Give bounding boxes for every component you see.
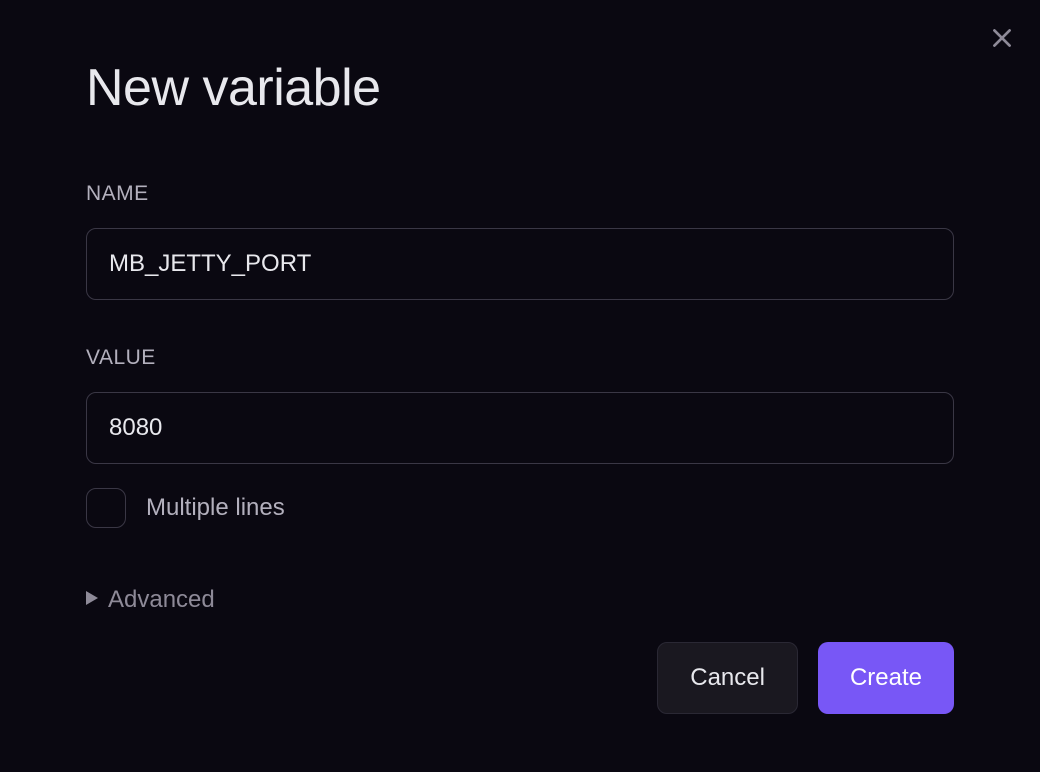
create-button[interactable]: Create bbox=[818, 642, 954, 714]
advanced-toggle[interactable]: Advanced bbox=[86, 586, 954, 614]
modal-actions: Cancel Create bbox=[657, 642, 954, 714]
name-input[interactable] bbox=[86, 228, 954, 300]
multiline-checkbox[interactable] bbox=[86, 488, 126, 528]
value-input[interactable] bbox=[86, 392, 954, 464]
caret-right-icon bbox=[86, 591, 98, 610]
cancel-button[interactable]: Cancel bbox=[657, 642, 798, 714]
value-field-group: VALUE Multiple lines bbox=[86, 346, 954, 528]
modal-title: New variable bbox=[86, 58, 954, 118]
close-icon bbox=[989, 25, 1015, 51]
multiline-label[interactable]: Multiple lines bbox=[146, 494, 285, 522]
new-variable-modal: New variable NAME VALUE Multiple lines A… bbox=[0, 0, 1040, 772]
close-button[interactable] bbox=[986, 22, 1018, 54]
advanced-label: Advanced bbox=[108, 586, 215, 614]
multiline-row: Multiple lines bbox=[86, 488, 954, 528]
name-label: NAME bbox=[86, 182, 954, 206]
value-label: VALUE bbox=[86, 346, 954, 370]
name-field-group: NAME bbox=[86, 182, 954, 300]
